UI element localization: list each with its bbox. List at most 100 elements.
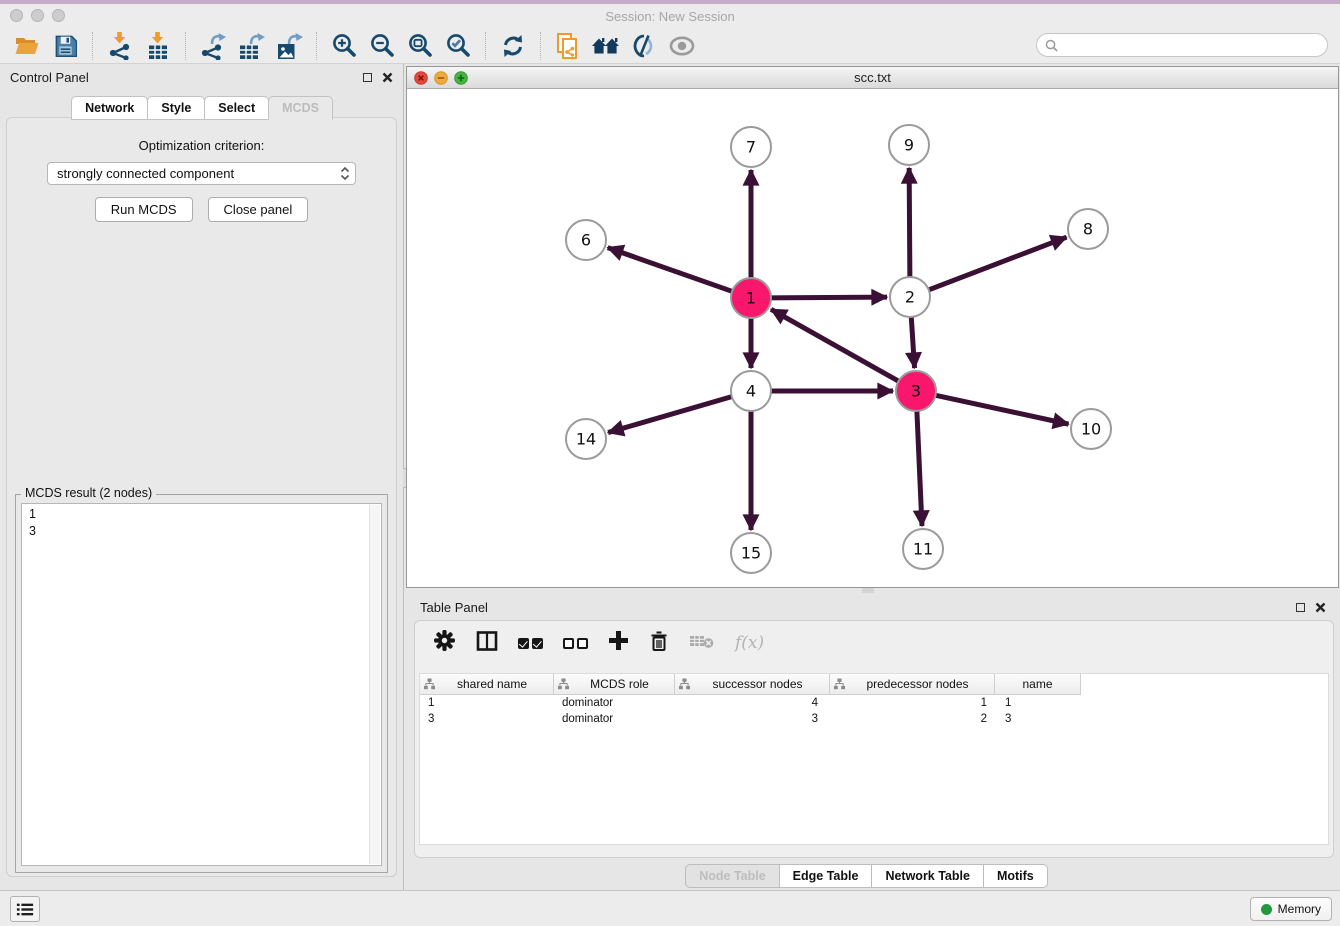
split-columns-icon[interactable] [476, 630, 498, 657]
maximize-window-button[interactable] [52, 9, 65, 22]
tab-select[interactable]: Select [204, 96, 269, 120]
optimization-criterion-select[interactable]: strongly connected component [47, 162, 356, 185]
cell-predecessor-nodes[interactable]: 2 [830, 713, 995, 725]
cell-name[interactable]: 1 [995, 697, 1081, 709]
open-file-icon[interactable] [8, 30, 46, 62]
column-header-successor-nodes[interactable]: successor nodes [675, 674, 830, 695]
close-network-button[interactable] [414, 71, 428, 85]
graph-edge-2-8[interactable] [925, 237, 1067, 291]
mcds-result-text[interactable]: 1 3 [21, 503, 382, 866]
zoom-network-button[interactable] [454, 71, 468, 85]
column-header-name[interactable]: name [995, 674, 1081, 695]
column-header-mcds-role[interactable]: MCDS role [554, 674, 675, 695]
zoom-in-icon[interactable] [325, 30, 363, 62]
graph-node-10[interactable]: 10 [1071, 409, 1111, 449]
graph-node-14[interactable]: 14 [566, 419, 606, 459]
cell-shared-name[interactable]: 3 [420, 713, 554, 725]
close-window-button[interactable] [10, 9, 23, 22]
hide-details-icon[interactable] [625, 30, 663, 62]
toolbar-separator [185, 32, 186, 60]
refresh-icon[interactable] [494, 30, 532, 62]
eye-glyph [668, 35, 696, 57]
graph-edge-2-9[interactable] [909, 168, 910, 281]
show-details-icon[interactable] [663, 30, 701, 62]
export-network-icon[interactable] [194, 30, 232, 62]
delete-column-icon[interactable] [649, 630, 669, 657]
network-window-titlebar[interactable]: scc.txt [407, 67, 1338, 89]
zoom-out-icon[interactable] [363, 30, 401, 62]
zoom-fit-icon[interactable] [401, 30, 439, 62]
homes-glyph [591, 34, 621, 58]
network-canvas[interactable]: 1 2 3 4 6 7 8 9 10 11 14 15 [407, 89, 1338, 587]
graph-node-8[interactable]: 8 [1068, 209, 1108, 249]
graph-node-3[interactable]: 3 [896, 371, 936, 411]
graph-node-7[interactable]: 7 [731, 127, 771, 167]
tab-edge-table[interactable]: Edge Table [779, 864, 873, 888]
tab-network[interactable]: Network [71, 96, 148, 120]
tab-network-table[interactable]: Network Table [871, 864, 984, 888]
run-mcds-button[interactable]: Run MCDS [95, 197, 193, 222]
save-session-icon[interactable] [46, 30, 84, 62]
float-panel-icon[interactable] [363, 73, 372, 82]
graph-node-2[interactable]: 2 [890, 277, 930, 317]
task-history-button[interactable] [10, 896, 40, 922]
deselect-all-icon[interactable] [563, 638, 588, 649]
graph-node-label: 15 [741, 544, 761, 563]
function-builder-icon[interactable]: f(x) [735, 633, 764, 653]
table-row[interactable]: 1 dominator 4 1 1 [420, 695, 1328, 711]
float-table-panel-icon[interactable] [1296, 603, 1305, 612]
delete-table-icon[interactable] [689, 632, 715, 655]
close-table-panel-icon[interactable] [1315, 602, 1326, 613]
select-all-icon[interactable] [518, 638, 543, 649]
close-panel-icon[interactable] [382, 72, 393, 83]
cell-name[interactable]: 3 [995, 713, 1081, 725]
memory-button[interactable]: Memory [1250, 897, 1332, 921]
import-network-icon[interactable] [101, 30, 139, 62]
export-table-icon[interactable] [232, 30, 270, 62]
graph-node-6[interactable]: 6 [566, 220, 606, 260]
settings-gear-icon[interactable] [433, 629, 456, 657]
graph-edge-3-10[interactable] [932, 394, 1069, 424]
home-icon[interactable] [587, 30, 625, 62]
cell-predecessor-nodes[interactable]: 1 [830, 697, 995, 709]
cell-mcds-role[interactable]: dominator [554, 697, 675, 709]
close-panel-button[interactable]: Close panel [208, 197, 309, 222]
cell-successor-nodes[interactable]: 4 [675, 697, 830, 709]
graph-node-label: 11 [913, 540, 933, 559]
minimize-window-button[interactable] [31, 9, 44, 22]
graph-edge-1-2[interactable] [767, 297, 887, 298]
clone-network-icon[interactable] [549, 30, 587, 62]
table-panel-body: f(x) shared name [414, 620, 1334, 858]
minimize-network-button[interactable] [434, 71, 448, 85]
zoom-selected-icon[interactable] [439, 30, 477, 62]
graph-node-4[interactable]: 4 [731, 371, 771, 411]
graph-node-11[interactable]: 11 [903, 529, 943, 569]
cell-mcds-role[interactable]: dominator [554, 713, 675, 725]
tab-mcds[interactable]: MCDS [268, 96, 333, 120]
cell-successor-nodes[interactable]: 3 [675, 713, 830, 725]
graph-edge-2-3[interactable] [911, 313, 915, 368]
graph-edge-3-1[interactable] [771, 309, 902, 383]
add-column-icon[interactable] [608, 630, 629, 656]
graph-node-1[interactable]: 1 [731, 278, 771, 318]
column-header-shared-name[interactable]: shared name [420, 674, 554, 695]
import-table-icon[interactable] [139, 30, 177, 62]
graph-edge-1-6[interactable] [608, 248, 736, 293]
graph-edge-4-14[interactable] [608, 395, 736, 432]
tab-node-table[interactable]: Node Table [685, 864, 779, 888]
refresh-glyph [500, 33, 526, 59]
result-scrollbar[interactable] [369, 505, 380, 864]
column-header-predecessor-nodes[interactable]: predecessor nodes [830, 674, 995, 695]
graph-edge-3-11[interactable] [917, 407, 922, 526]
table-row[interactable]: 3 dominator 3 2 3 [420, 711, 1328, 727]
cell-shared-name[interactable]: 1 [420, 697, 554, 709]
tab-motifs[interactable]: Motifs [983, 864, 1048, 888]
graph-node-label: 7 [746, 138, 756, 157]
search-input[interactable] [1063, 37, 1319, 53]
graph-node-9[interactable]: 9 [889, 125, 929, 165]
network-graph[interactable]: 1 2 3 4 6 7 8 9 10 11 14 15 [407, 89, 1338, 587]
export-image-icon[interactable] [270, 30, 308, 62]
toolbar-separator [92, 32, 93, 60]
graph-node-15[interactable]: 15 [731, 533, 771, 573]
tab-style[interactable]: Style [147, 96, 205, 120]
